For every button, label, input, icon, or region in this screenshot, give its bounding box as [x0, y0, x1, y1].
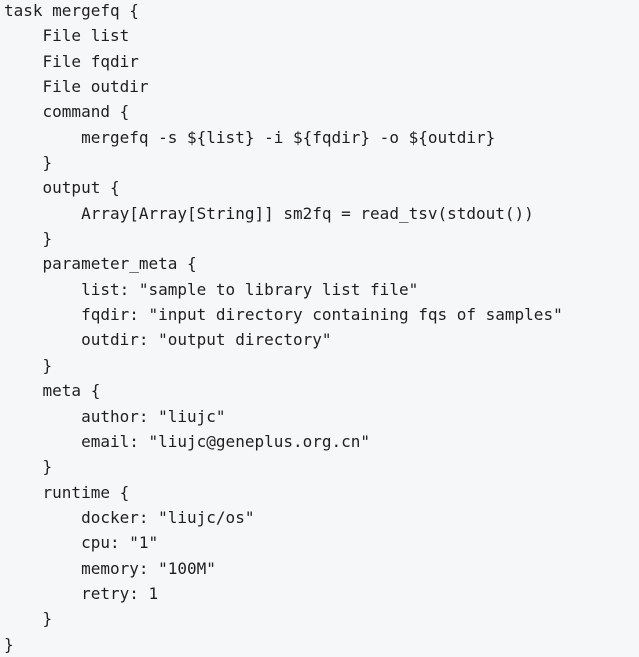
code-line: mergefq -s ${list} -i ${fqdir} -o ${outd…: [4, 127, 496, 147]
code-line: list: "sample to library list file": [4, 279, 419, 299]
code-line: runtime {: [4, 482, 130, 502]
code-line: File list: [4, 26, 130, 46]
code-line: Array[Array[String]] sm2fq = read_tsv(st…: [4, 203, 534, 223]
code-line: }: [4, 153, 53, 173]
code-line: parameter_meta {: [4, 254, 197, 274]
code-line: email: "liujc@geneplus.org.cn": [4, 431, 371, 451]
code-line: author: "liujc": [4, 406, 226, 426]
code-line: task mergefq {: [4, 1, 139, 20]
code-line: memory: "100M": [4, 558, 216, 578]
code-line: cpu: "1": [4, 533, 159, 553]
code-line: retry: 1: [4, 583, 159, 603]
code-line: output {: [4, 178, 120, 198]
code-line: File outdir: [4, 77, 149, 97]
code-line: }: [4, 229, 53, 249]
code-line: command {: [4, 102, 130, 122]
code-line: }: [4, 634, 14, 654]
code-line: fqdir: "input directory containing fqs o…: [4, 305, 563, 325]
code-line: meta {: [4, 381, 101, 401]
code-line: docker: "liujc/os": [4, 507, 255, 527]
code-line: }: [4, 457, 53, 477]
code-block: task mergefq { File list File fqdir File…: [0, 0, 639, 657]
code-line: outdir: "output directory": [4, 330, 332, 350]
code-line: }: [4, 355, 53, 375]
code-line: }: [4, 609, 53, 629]
code-line: File fqdir: [4, 51, 139, 71]
